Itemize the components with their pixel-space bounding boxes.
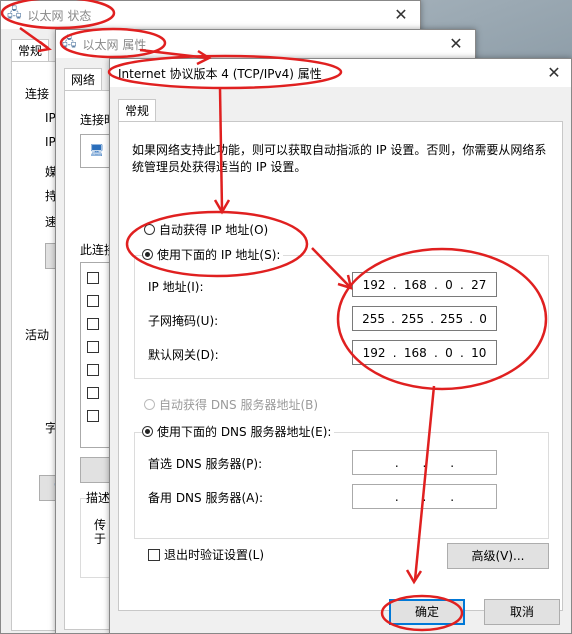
intro-text: 如果网络支持此功能，则可以获取自动指派的 IP 设置。否则，你需要从网络系统管理…: [132, 143, 547, 174]
tab-general[interactable]: 常规: [118, 99, 157, 121]
auto-dns-option[interactable]: 自动获得 DNS 服务器地址(B): [144, 396, 318, 413]
ipv4-body: 常规 如果网络支持此功能，则可以获取自动指派的 IP 设置。否则，你需要从网络系…: [110, 87, 571, 633]
manual-dns-radio[interactable]: [142, 426, 153, 437]
subnet-input[interactable]: 255. 255. 255. 0: [352, 306, 497, 331]
item-checkbox[interactable]: [87, 341, 99, 353]
network-adapter-icon: 🖥: [89, 143, 105, 157]
install-button[interactable]: [80, 457, 110, 483]
item-checkbox[interactable]: [87, 410, 99, 422]
network-adapter-icon: 🖧: [7, 6, 22, 21]
advanced-button[interactable]: 高级(V)...: [447, 543, 549, 569]
auto-ip-option[interactable]: 自动获得 IP 地址(O): [144, 221, 268, 238]
ip-address-input[interactable]: 192. 168. 0. 27: [352, 272, 497, 297]
close-icon[interactable]: ✕: [543, 63, 565, 83]
item-checkbox[interactable]: [87, 272, 99, 284]
props-title-bar: 🖧 以太网 属性 ✕: [56, 30, 475, 58]
ipv4-window-title: Internet 协议版本 4 (TCP/IPv4) 属性: [118, 66, 322, 81]
alternate-dns-input[interactable]: ...: [352, 484, 497, 509]
subnet-label: 子网掩码(U):: [148, 314, 219, 328]
close-icon[interactable]: ✕: [445, 34, 467, 54]
gateway-label: 默认网关(D):: [148, 348, 219, 362]
manual-dns-option[interactable]: 使用下面的 DNS 服务器地址(E):: [142, 423, 335, 440]
preferred-dns-input[interactable]: ...: [352, 450, 497, 475]
status-title-bar: 🖧 以太网 状态 ✕: [1, 1, 420, 29]
ok-button[interactable]: 确定: [389, 599, 465, 625]
preferred-dns-label: 首选 DNS 服务器(P):: [148, 457, 263, 471]
manual-ip-option[interactable]: 使用下面的 IP 地址(S):: [142, 246, 284, 263]
alternate-dns-label: 备用 DNS 服务器(A):: [148, 491, 264, 505]
ipv4-properties-window: Internet 协议版本 4 (TCP/IPv4) 属性 ✕ 常规 如果网络支…: [109, 58, 572, 634]
status-window-title: 以太网 状态: [27, 8, 92, 23]
tab-general-status[interactable]: 常规: [11, 39, 50, 61]
connection-group-label: 连接: [25, 87, 50, 101]
description-line-2: 于: [94, 532, 107, 546]
ip-address-label: IP 地址(I):: [148, 280, 204, 294]
item-checkbox[interactable]: [87, 318, 99, 330]
validate-option[interactable]: 退出时验证设置(L): [148, 546, 264, 563]
auto-ip-radio[interactable]: [144, 224, 155, 235]
auto-dns-radio[interactable]: [144, 399, 155, 410]
props-window-title: 以太网 属性: [82, 37, 147, 52]
activity-group-label: 活动: [25, 328, 50, 342]
validate-checkbox[interactable]: [148, 549, 160, 561]
ipv4-title-bar: Internet 协议版本 4 (TCP/IPv4) 属性 ✕: [110, 59, 571, 87]
tab-networking[interactable]: 网络: [64, 68, 103, 90]
gateway-input[interactable]: 192. 168. 0. 10: [352, 340, 497, 365]
manual-ip-radio[interactable]: [142, 249, 153, 260]
item-checkbox[interactable]: [87, 387, 99, 399]
item-checkbox[interactable]: [87, 295, 99, 307]
description-label: 描述: [86, 489, 111, 506]
network-adapter-icon: 🖧: [62, 35, 77, 50]
cancel-button[interactable]: 取消: [484, 599, 560, 625]
close-icon[interactable]: ✕: [390, 5, 412, 25]
adapter-box: 🖥: [80, 134, 110, 168]
item-checkbox[interactable]: [87, 364, 99, 376]
items-list[interactable]: [80, 262, 110, 448]
